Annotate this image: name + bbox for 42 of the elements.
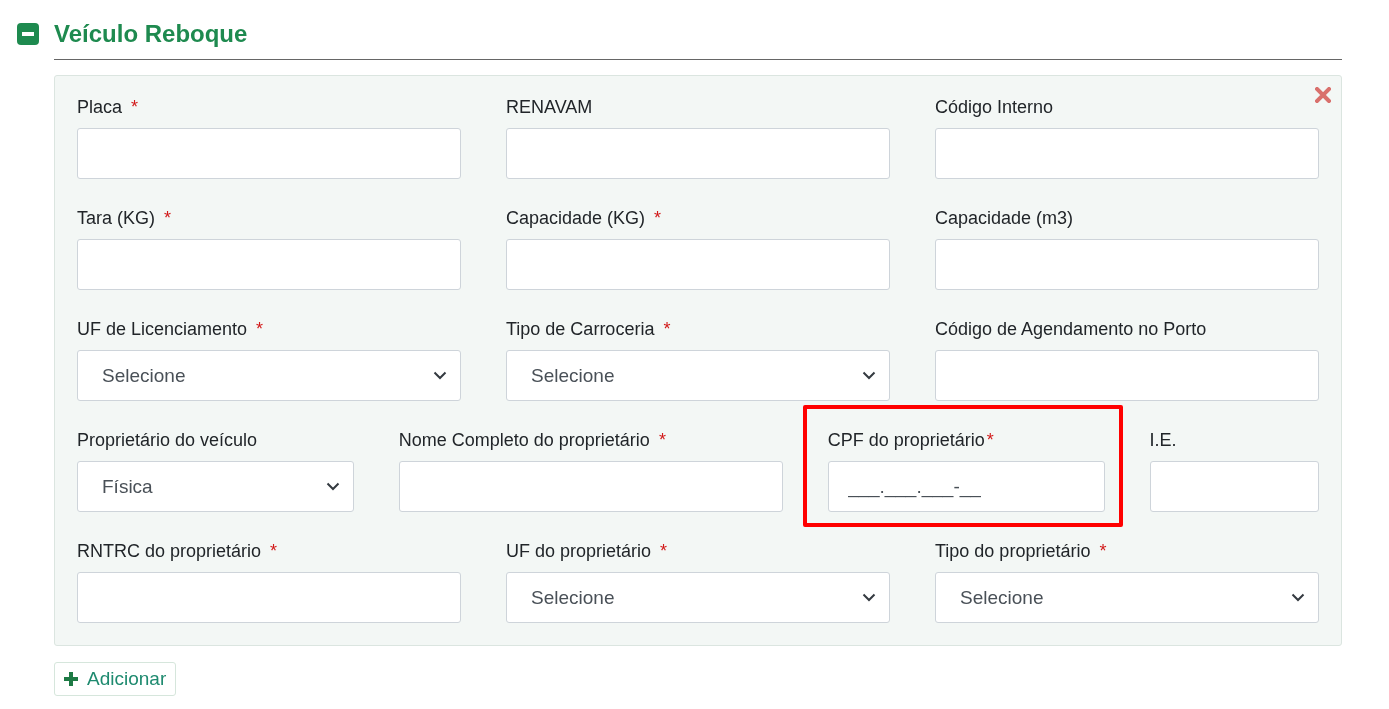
section-title: Veículo Reboque xyxy=(54,20,248,48)
field-label: UF do proprietário * xyxy=(506,540,668,562)
select-field[interactable]: Selecione xyxy=(506,572,890,623)
input-field[interactable] xyxy=(935,350,1319,401)
field-label: Placa * xyxy=(77,96,139,118)
field-label: RNTRC do proprietário * xyxy=(77,540,278,562)
field-label: UF de Licenciamento * xyxy=(77,318,264,340)
field-label: I.E. xyxy=(1149,429,1177,451)
chevron-down-icon xyxy=(325,482,340,491)
select-field[interactable]: Selecione xyxy=(506,350,890,401)
select-field[interactable]: Selecione xyxy=(77,350,461,401)
select-field[interactable]: Física xyxy=(77,461,354,512)
input-field[interactable] xyxy=(1149,461,1319,512)
input-field[interactable] xyxy=(935,239,1319,290)
input-field[interactable] xyxy=(935,128,1319,179)
field-label: CPF do proprietário* xyxy=(827,429,994,451)
chevron-down-icon xyxy=(862,371,876,380)
chevron-down-icon xyxy=(862,593,876,602)
input-field[interactable]: ___.___.___-__ xyxy=(827,461,1105,512)
input-field[interactable] xyxy=(77,128,461,179)
field-label: Proprietário do veículo xyxy=(77,429,258,451)
chevron-down-icon xyxy=(433,371,447,380)
field-label: Tara (KG) * xyxy=(77,207,172,229)
input-field[interactable] xyxy=(77,572,461,623)
field-label: Código Interno xyxy=(935,96,1054,118)
close-icon[interactable] xyxy=(1315,87,1331,103)
field-label: Capacidade (KG) * xyxy=(506,207,662,229)
collapse-toggle-icon[interactable] xyxy=(17,23,39,45)
input-field[interactable] xyxy=(506,239,890,290)
input-field[interactable] xyxy=(506,128,890,179)
field-label: RENAVAM xyxy=(506,96,593,118)
field-label: Tipo de Carroceria * xyxy=(506,318,671,340)
field-label: Capacidade (m3) xyxy=(935,207,1074,229)
input-field[interactable] xyxy=(77,239,461,290)
field-label: Código de Agendamento no Porto xyxy=(935,318,1207,340)
plus-icon xyxy=(64,672,78,686)
field-label: Nome Completo do proprietário * xyxy=(398,429,666,451)
chevron-down-icon xyxy=(1291,593,1305,602)
select-field[interactable]: Selecione xyxy=(935,572,1319,623)
input-field[interactable] xyxy=(398,461,783,512)
field-label: Tipo do proprietário * xyxy=(935,540,1107,562)
add-button[interactable]: Adicionar xyxy=(54,662,177,696)
